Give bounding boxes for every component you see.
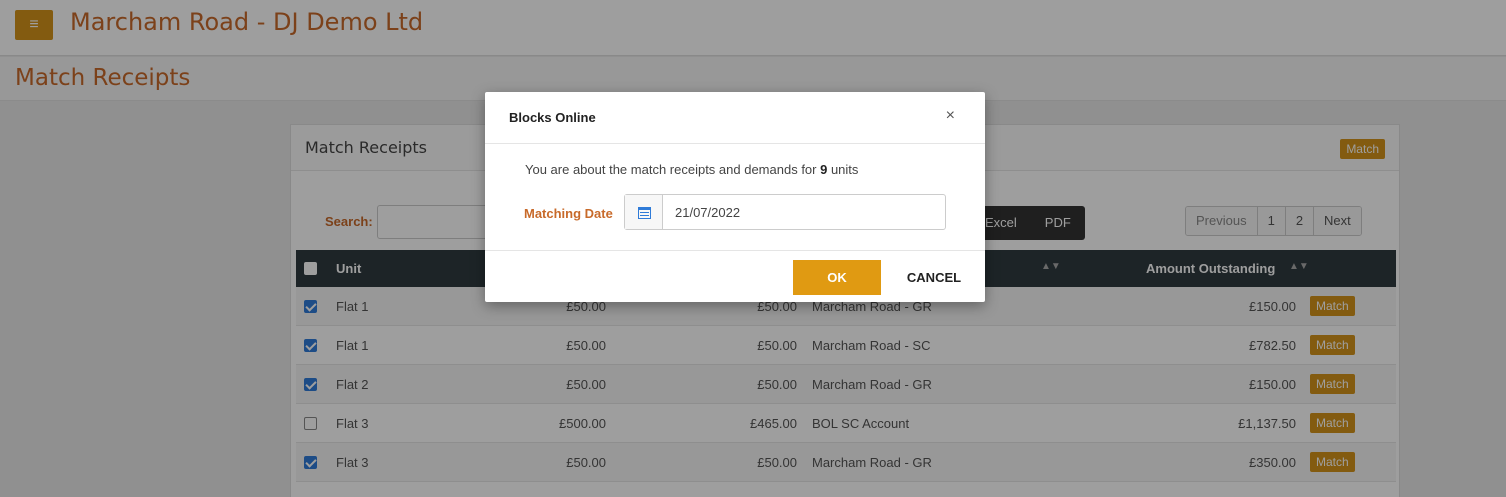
dialog-footer: OK CANCEL — [485, 250, 985, 302]
cancel-button[interactable]: CANCEL — [899, 260, 969, 295]
confirm-dialog: Blocks Online × You are about the match … — [485, 92, 985, 302]
dialog-header: Blocks Online × — [485, 92, 985, 144]
matching-date-label: Matching Date — [524, 206, 613, 221]
matching-date-field[interactable]: 21/07/2022 — [624, 194, 946, 230]
calendar-button[interactable] — [625, 195, 663, 229]
matching-date-input[interactable]: 21/07/2022 — [675, 205, 740, 220]
message-suffix: units — [827, 162, 859, 177]
message-prefix: You are about the match receipts and dem… — [525, 162, 821, 177]
ok-button[interactable]: OK — [793, 260, 881, 295]
calendar-icon — [638, 207, 651, 219]
close-icon[interactable]: × — [946, 107, 955, 125]
dialog-title: Blocks Online — [509, 110, 596, 125]
dialog-message: You are about the match receipts and dem… — [525, 162, 858, 177]
